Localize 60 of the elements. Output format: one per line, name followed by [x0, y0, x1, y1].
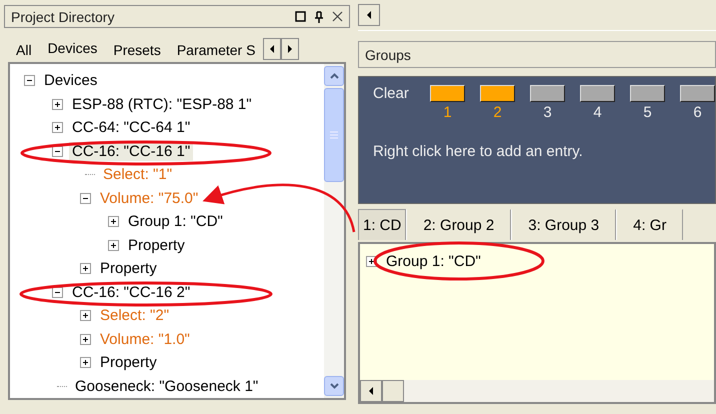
group-number: 5: [643, 104, 652, 121]
plus-box-icon[interactable]: [80, 263, 91, 274]
tab[interactable]: 2: Group 2: [406, 209, 512, 240]
scroll-up-button[interactable]: [324, 66, 344, 86]
group-toggle[interactable]: [580, 85, 615, 102]
pin-icon[interactable]: [314, 10, 324, 23]
group-number: 2: [493, 104, 502, 121]
plus-box-icon[interactable]: [108, 240, 119, 251]
plus-box-icon[interactable]: [80, 357, 91, 368]
group-toggle[interactable]: [680, 85, 715, 102]
group-number: 6: [693, 104, 702, 121]
grip-icon: [330, 131, 338, 139]
left-arrow-icon[interactable]: [269, 45, 276, 53]
group-toggle[interactable]: [630, 85, 665, 102]
scroll-thumb[interactable]: [324, 88, 344, 182]
plus-box-icon[interactable]: [80, 334, 91, 345]
plus-box-icon[interactable]: [52, 98, 63, 110]
group-number: 4: [593, 104, 602, 121]
horizontal-scrollbar[interactable]: [360, 380, 714, 402]
tree-item[interactable]: ESP-88 (RTC): "ESP-88 1": [69, 94, 255, 114]
panel-title: Project Directory: [11, 8, 114, 25]
group-toggle[interactable]: [430, 85, 465, 102]
group-toggle[interactable]: [530, 85, 565, 102]
tree-item[interactable]: Devices: [41, 71, 100, 90]
left-arrow-icon[interactable]: [366, 11, 372, 19]
scroll-right-button[interactable]: [281, 38, 300, 60]
group-toggle[interactable]: [480, 85, 515, 102]
plus-box-icon[interactable]: [80, 310, 91, 322]
tree-item[interactable]: Group 1: "CD": [125, 212, 226, 232]
chevron-up-icon: [330, 73, 338, 79]
tree-item[interactable]: CC-16: "CC-16 2": [69, 282, 194, 302]
plus-box-icon[interactable]: [108, 216, 119, 228]
header-title: Groups: [365, 46, 411, 62]
tree-item[interactable]: Gooseneck: "Gooseneck 1": [72, 376, 262, 396]
scroll-down-button[interactable]: [324, 376, 344, 396]
minus-box-icon[interactable]: [24, 75, 35, 86]
tree-item[interactable]: Property: [125, 236, 188, 255]
tree-item[interactable]: Group 1: "CD": [383, 252, 484, 272]
vertical-scrollbar[interactable]: [324, 64, 344, 398]
tab[interactable]: 4: Gr: [616, 209, 684, 240]
hint-text: Right click here to add an entry.: [373, 143, 584, 160]
group-number: 1: [443, 104, 452, 121]
close-icon[interactable]: [332, 11, 343, 22]
scroll-left-button[interactable]: [263, 38, 282, 60]
scroll-left-button[interactable]: [360, 380, 382, 402]
tree-item[interactable]: Property: [97, 259, 160, 278]
maximize-icon[interactable]: [295, 11, 306, 22]
tab[interactable]: 1: CD: [358, 209, 406, 240]
chevron-down-icon: [330, 383, 338, 389]
right-arrow-icon[interactable]: [287, 45, 294, 53]
tree-item[interactable]: CC-64: "CC-64 1": [69, 118, 194, 138]
scroll-left-button[interactable]: [358, 4, 380, 26]
scroll-thumb[interactable]: [382, 380, 404, 402]
plus-box-icon[interactable]: [52, 122, 63, 134]
group-number: 3: [543, 104, 552, 121]
tree-item[interactable]: Property: [97, 353, 160, 372]
left-arrow-icon[interactable]: [368, 387, 374, 395]
minus-box-icon[interactable]: [80, 192, 91, 204]
clear-label[interactable]: Clear: [373, 85, 415, 102]
tab[interactable]: 3: Group 3: [511, 209, 616, 240]
